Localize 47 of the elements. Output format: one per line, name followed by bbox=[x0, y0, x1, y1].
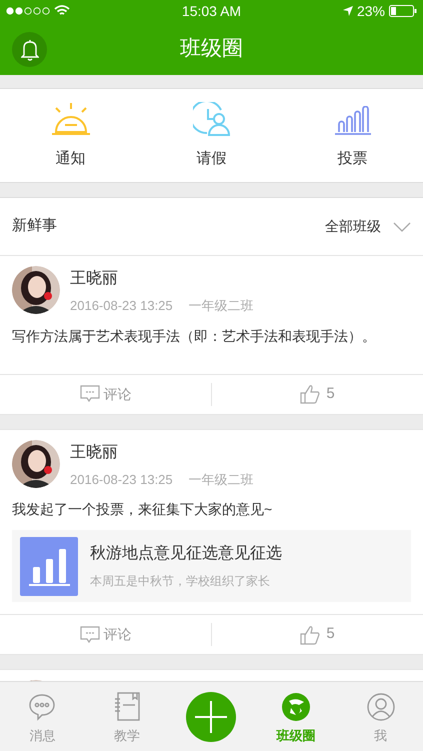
shortcut-button[interactable]: 投票 bbox=[282, 89, 423, 182]
bar-chart-icon bbox=[334, 106, 372, 136]
comment-icon bbox=[80, 385, 100, 403]
sunrise-icon bbox=[50, 102, 90, 136]
vote-summary: 本周五是中秋节，学校组织了家长 bbox=[90, 573, 271, 590]
like-button[interactable]: 5 bbox=[212, 615, 423, 654]
author-name: 王晓丽 bbox=[70, 442, 119, 462]
feed-title: 新鲜事 bbox=[12, 216, 58, 236]
person-icon bbox=[366, 692, 395, 721]
class-name: 一年级二班 bbox=[188, 470, 254, 488]
wifi-icon bbox=[54, 5, 70, 17]
vote-card[interactable]: 秋游地点意见征选意见征选 本周五是中秋节，学校组织了家长 bbox=[12, 530, 411, 602]
like-button[interactable]: 5 bbox=[212, 374, 423, 414]
post-text: 写作方法属于艺术表现手法（即：艺术手法和表现手法）。 bbox=[12, 326, 377, 346]
chat-bubble-icon bbox=[28, 692, 56, 721]
status-time: 15:03 AM bbox=[182, 2, 242, 20]
notebook-icon bbox=[112, 692, 141, 722]
chevron-down-icon bbox=[393, 222, 411, 232]
battery-percent: 23% bbox=[356, 2, 385, 20]
class-filter-dropdown[interactable]: 全部班级 bbox=[325, 216, 411, 237]
tab-button[interactable]: 消息 bbox=[0, 688, 85, 746]
tab-button[interactable]: 我 bbox=[338, 688, 423, 746]
plus-icon bbox=[195, 700, 228, 732]
author-name: 王晓丽 bbox=[70, 268, 119, 289]
clock-person-icon bbox=[192, 102, 230, 136]
shortcut-button[interactable]: 请假 bbox=[141, 89, 282, 182]
shortcut-button[interactable]: 通知 bbox=[0, 89, 141, 182]
post-time: 2016-08-23 13:25 bbox=[70, 297, 173, 315]
signal-icon bbox=[6, 7, 50, 15]
bell-button[interactable] bbox=[12, 32, 47, 67]
comment-button[interactable]: 评论 bbox=[0, 374, 211, 414]
bar-chart-icon bbox=[20, 536, 78, 596]
tab-button[interactable]: 教学 bbox=[84, 688, 170, 746]
thumbs-up-icon bbox=[300, 624, 320, 644]
class-name: 一年级二班 bbox=[188, 297, 254, 315]
location-arrow-icon bbox=[342, 6, 353, 16]
battery-icon bbox=[389, 5, 417, 17]
camera-shutter-icon bbox=[282, 692, 310, 721]
post-text: 我发起了一个投票，来征集下大家的意见~ bbox=[12, 500, 274, 519]
comment-icon bbox=[80, 626, 100, 644]
bell-icon bbox=[20, 38, 38, 60]
post-time: 2016-08-23 13:25 bbox=[70, 470, 173, 488]
comment-button[interactable]: 评论 bbox=[0, 615, 211, 654]
tab-button[interactable]: 班级圈 bbox=[254, 688, 338, 746]
vote-title: 秋游地点意见征选意见征选 bbox=[90, 544, 282, 564]
thumbs-up-icon bbox=[300, 384, 320, 404]
page-title: 班级圈 bbox=[180, 36, 243, 62]
